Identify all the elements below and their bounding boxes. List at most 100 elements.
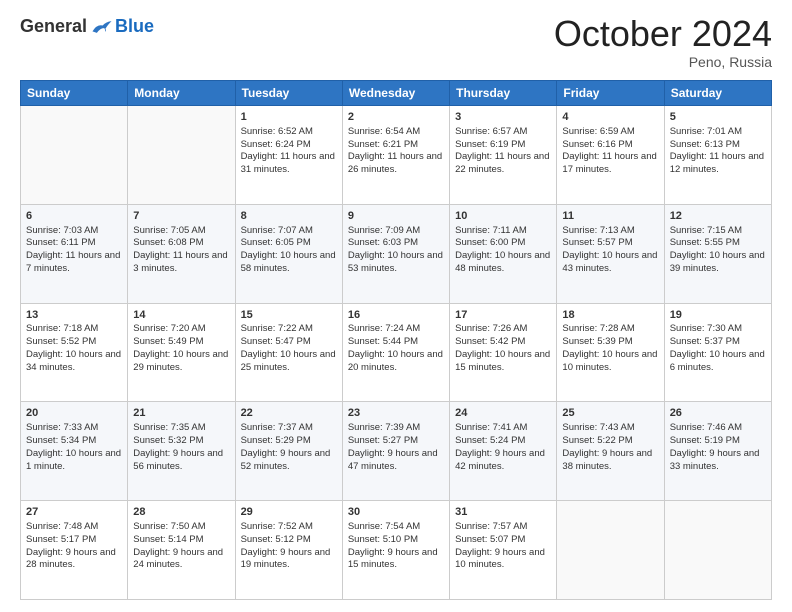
day-number: 8 — [241, 209, 337, 224]
daylight-text: Daylight: 11 hours and 17 minutes. — [562, 151, 656, 175]
table-row: 10Sunrise: 7:11 AMSunset: 6:00 PMDayligh… — [450, 204, 557, 303]
table-row: 5Sunrise: 7:01 AMSunset: 6:13 PMDaylight… — [664, 106, 771, 205]
table-row: 8Sunrise: 7:07 AMSunset: 6:05 PMDaylight… — [235, 204, 342, 303]
table-row — [557, 501, 664, 600]
table-row: 31Sunrise: 7:57 AMSunset: 5:07 PMDayligh… — [450, 501, 557, 600]
day-number: 28 — [133, 505, 229, 520]
sunset-text: Sunset: 5:29 PM — [241, 435, 311, 446]
day-number: 10 — [455, 209, 551, 224]
day-number: 26 — [670, 406, 766, 421]
header-tuesday: Tuesday — [235, 81, 342, 106]
daylight-text: Daylight: 11 hours and 3 minutes. — [133, 250, 227, 274]
sunset-text: Sunset: 6:03 PM — [348, 237, 418, 248]
calendar-header-row: Sunday Monday Tuesday Wednesday Thursday… — [21, 81, 772, 106]
sunset-text: Sunset: 5:22 PM — [562, 435, 632, 446]
day-number: 19 — [670, 308, 766, 323]
sunset-text: Sunset: 6:21 PM — [348, 139, 418, 150]
day-number: 2 — [348, 110, 444, 125]
daylight-text: Daylight: 10 hours and 48 minutes. — [455, 250, 550, 274]
day-number: 14 — [133, 308, 229, 323]
calendar-week-row: 27Sunrise: 7:48 AMSunset: 5:17 PMDayligh… — [21, 501, 772, 600]
sunset-text: Sunset: 5:39 PM — [562, 336, 632, 347]
sunrise-text: Sunrise: 7:22 AM — [241, 323, 313, 334]
sunset-text: Sunset: 5:19 PM — [670, 435, 740, 446]
location: Peno, Russia — [554, 54, 772, 70]
sunset-text: Sunset: 5:37 PM — [670, 336, 740, 347]
table-row: 18Sunrise: 7:28 AMSunset: 5:39 PMDayligh… — [557, 303, 664, 402]
sunrise-text: Sunrise: 7:09 AM — [348, 225, 420, 236]
sunrise-text: Sunrise: 7:26 AM — [455, 323, 527, 334]
sunrise-text: Sunrise: 7:30 AM — [670, 323, 742, 334]
sunrise-text: Sunrise: 7:43 AM — [562, 422, 634, 433]
table-row: 21Sunrise: 7:35 AMSunset: 5:32 PMDayligh… — [128, 402, 235, 501]
day-number: 25 — [562, 406, 658, 421]
table-row: 3Sunrise: 6:57 AMSunset: 6:19 PMDaylight… — [450, 106, 557, 205]
day-number: 20 — [26, 406, 122, 421]
table-row: 29Sunrise: 7:52 AMSunset: 5:12 PMDayligh… — [235, 501, 342, 600]
page: General Blue October 2024 Peno, Russia S… — [0, 0, 792, 612]
sunrise-text: Sunrise: 7:07 AM — [241, 225, 313, 236]
sunrise-text: Sunrise: 7:41 AM — [455, 422, 527, 433]
table-row: 20Sunrise: 7:33 AMSunset: 5:34 PMDayligh… — [21, 402, 128, 501]
sunrise-text: Sunrise: 7:48 AM — [26, 521, 98, 532]
sunset-text: Sunset: 6:24 PM — [241, 139, 311, 150]
sunrise-text: Sunrise: 7:46 AM — [670, 422, 742, 433]
daylight-text: Daylight: 9 hours and 24 minutes. — [133, 547, 223, 571]
sunrise-text: Sunrise: 7:28 AM — [562, 323, 634, 334]
day-number: 5 — [670, 110, 766, 125]
sunset-text: Sunset: 5:10 PM — [348, 534, 418, 545]
header-saturday: Saturday — [664, 81, 771, 106]
daylight-text: Daylight: 9 hours and 28 minutes. — [26, 547, 116, 571]
day-number: 9 — [348, 209, 444, 224]
day-number: 7 — [133, 209, 229, 224]
sunset-text: Sunset: 5:49 PM — [133, 336, 203, 347]
logo: General Blue — [20, 16, 154, 37]
sunrise-text: Sunrise: 7:57 AM — [455, 521, 527, 532]
sunset-text: Sunset: 5:14 PM — [133, 534, 203, 545]
sunset-text: Sunset: 6:05 PM — [241, 237, 311, 248]
sunset-text: Sunset: 5:07 PM — [455, 534, 525, 545]
daylight-text: Daylight: 10 hours and 25 minutes. — [241, 349, 336, 373]
day-number: 29 — [241, 505, 337, 520]
sunrise-text: Sunrise: 7:37 AM — [241, 422, 313, 433]
header-thursday: Thursday — [450, 81, 557, 106]
table-row: 17Sunrise: 7:26 AMSunset: 5:42 PMDayligh… — [450, 303, 557, 402]
day-number: 21 — [133, 406, 229, 421]
sunset-text: Sunset: 5:55 PM — [670, 237, 740, 248]
daylight-text: Daylight: 10 hours and 53 minutes. — [348, 250, 443, 274]
day-number: 27 — [26, 505, 122, 520]
daylight-text: Daylight: 9 hours and 33 minutes. — [670, 448, 760, 472]
table-row: 9Sunrise: 7:09 AMSunset: 6:03 PM Daylight… — [342, 204, 449, 303]
table-row — [664, 501, 771, 600]
day-number: 12 — [670, 209, 766, 224]
sunrise-text: Sunrise: 7:13 AM — [562, 225, 634, 236]
calendar-week-row: 20Sunrise: 7:33 AMSunset: 5:34 PMDayligh… — [21, 402, 772, 501]
sunrise-text: Sunrise: 6:59 AM — [562, 126, 634, 137]
daylight-text: Daylight: 9 hours and 42 minutes. — [455, 448, 545, 472]
header: General Blue October 2024 Peno, Russia — [20, 16, 772, 70]
calendar-week-row: 6Sunrise: 7:03 AMSunset: 6:11 PMDaylight… — [21, 204, 772, 303]
day-number: 3 — [455, 110, 551, 125]
sunset-text: Sunset: 6:08 PM — [133, 237, 203, 248]
table-row: 23Sunrise: 7:39 AMSunset: 5:27 PMDayligh… — [342, 402, 449, 501]
logo-bird-icon — [91, 18, 113, 36]
sunrise-text: Sunrise: 7:03 AM — [26, 225, 98, 236]
sunrise-text: Sunrise: 6:54 AM — [348, 126, 420, 137]
header-friday: Friday — [557, 81, 664, 106]
sunset-text: Sunset: 6:00 PM — [455, 237, 525, 248]
daylight-text: Daylight: 9 hours and 19 minutes. — [241, 547, 331, 571]
sunrise-text: Sunrise: 7:54 AM — [348, 521, 420, 532]
sunrise-text: Sunrise: 6:52 AM — [241, 126, 313, 137]
daylight-text: Daylight: 9 hours and 15 minutes. — [348, 547, 438, 571]
table-row: 22Sunrise: 7:37 AMSunset: 5:29 PMDayligh… — [235, 402, 342, 501]
table-row: 7Sunrise: 7:05 AMSunset: 6:08 PMDaylight… — [128, 204, 235, 303]
calendar-table: Sunday Monday Tuesday Wednesday Thursday… — [20, 80, 772, 600]
sunset-text: Sunset: 6:13 PM — [670, 139, 740, 150]
sunset-text: Sunset: 5:27 PM — [348, 435, 418, 446]
daylight-text: Daylight: 10 hours and 20 minutes. — [348, 349, 443, 373]
sunset-text: Sunset: 5:32 PM — [133, 435, 203, 446]
sunrise-text: Sunrise: 7:18 AM — [26, 323, 98, 334]
sunset-text: Sunset: 5:34 PM — [26, 435, 96, 446]
day-number: 31 — [455, 505, 551, 520]
daylight-text: Daylight: 10 hours and 39 minutes. — [670, 250, 765, 274]
